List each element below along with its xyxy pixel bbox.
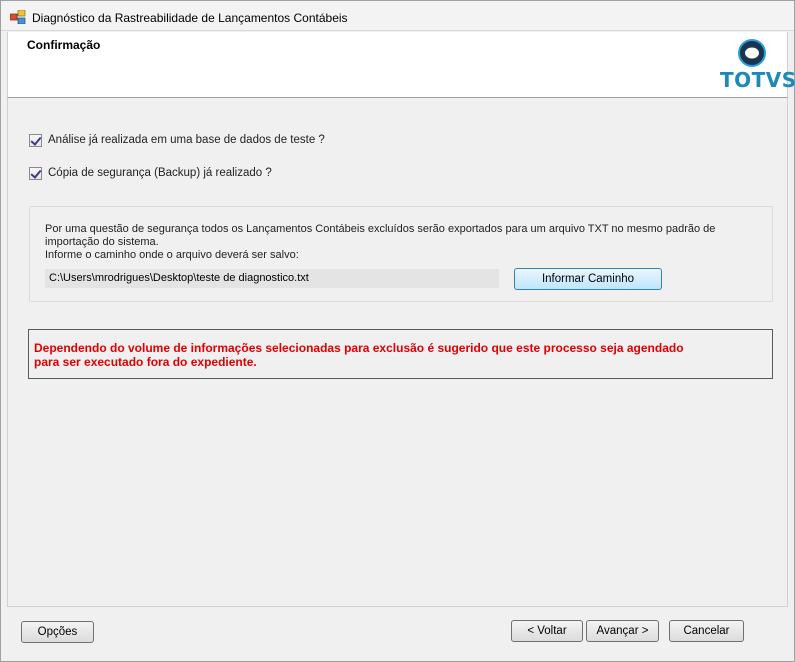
logo-text: TOTVS (720, 68, 795, 92)
export-description: Por uma questão de segurança todos os La… (45, 223, 745, 262)
next-button[interactable]: Avançar > (586, 620, 659, 642)
title-bar[interactable]: Diagnóstico da Rastreabilidade de Lançam… (1, 1, 794, 31)
options-button[interactable]: Opções (21, 621, 94, 643)
totvs-logo: TOTVS (720, 38, 795, 92)
export-path-input[interactable]: C:\Users\mrodrigues\Desktop\teste de dia… (45, 269, 499, 288)
check-row-test-database[interactable]: Análise já realizada em uma base de dado… (29, 132, 325, 148)
backup-label[interactable]: Cópia de segurança (Backup) já realizado… (48, 167, 272, 179)
export-description-line1: Por uma questão de segurança todos os La… (45, 223, 716, 235)
app-icon (10, 10, 26, 24)
warning-box: Dependendo do volume de informações sele… (28, 329, 773, 379)
back-button[interactable]: < Voltar (511, 620, 583, 642)
check-row-backup[interactable]: Cópia de segurança (Backup) já realizado… (29, 165, 272, 181)
export-description-line2: importação do sistema. (45, 236, 159, 248)
cancel-button[interactable]: Cancelar (669, 620, 744, 642)
wizard-header: Confirmação TOTVS (7, 32, 795, 98)
wizard-window: Diagnóstico da Rastreabilidade de Lançam… (0, 0, 795, 662)
browse-path-button[interactable]: Informar Caminho (514, 268, 662, 290)
export-description-line3: Informe o caminho onde o arquivo deverá … (45, 249, 299, 261)
warning-message-line1: Dependendo do volume de informações sele… (34, 341, 684, 355)
page-title: Confirmação (27, 38, 101, 52)
totvs-logo-icon (738, 39, 766, 67)
export-path-group: Por uma questão de segurança todos os La… (29, 206, 773, 302)
footer-divider (7, 606, 788, 607)
backup-checkbox[interactable] (29, 166, 42, 180)
warning-message-line2: para ser executado fora do expediente. (34, 355, 257, 369)
wizard-body: Análise já realizada em uma base de dado… (7, 98, 788, 606)
warning-message: Dependendo do volume de informações sele… (34, 341, 754, 369)
test-database-label[interactable]: Análise já realizada em uma base de dado… (48, 134, 325, 146)
window-title: Diagnóstico da Rastreabilidade de Lançam… (32, 11, 348, 25)
test-database-checkbox[interactable] (29, 133, 42, 147)
